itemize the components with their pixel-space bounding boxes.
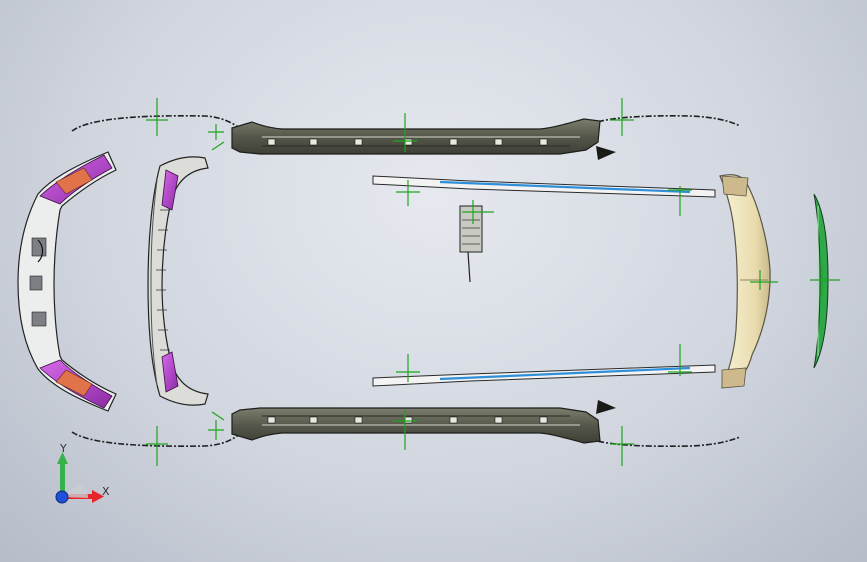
- rear-spoiler[interactable]: [719, 174, 771, 389]
- x-axis-label: X: [102, 485, 110, 498]
- right-side-skirt[interactable]: [231, 400, 616, 444]
- graphics-viewport[interactable]: Y X: [0, 0, 867, 562]
- orientation-triad: Y X: [48, 440, 118, 512]
- left-door-sill-trim[interactable]: [372, 175, 716, 198]
- cad-model-scene[interactable]: [0, 0, 867, 562]
- left-side-skirt[interactable]: [231, 118, 616, 160]
- front-bumper[interactable]: [17, 151, 117, 412]
- front-grille-panel[interactable]: [147, 156, 209, 406]
- rear-left-wheel-arch[interactable]: [586, 115, 741, 127]
- front-left-wheel-arch[interactable]: [71, 115, 241, 132]
- rear-right-wheel-arch[interactable]: [586, 436, 741, 448]
- rear-lamp-strip[interactable]: [813, 193, 829, 369]
- y-axis-arrow-icon: [57, 452, 68, 492]
- center-bracket[interactable]: [459, 205, 483, 283]
- y-axis-label: Y: [60, 442, 67, 455]
- right-door-sill-trim[interactable]: [372, 364, 716, 387]
